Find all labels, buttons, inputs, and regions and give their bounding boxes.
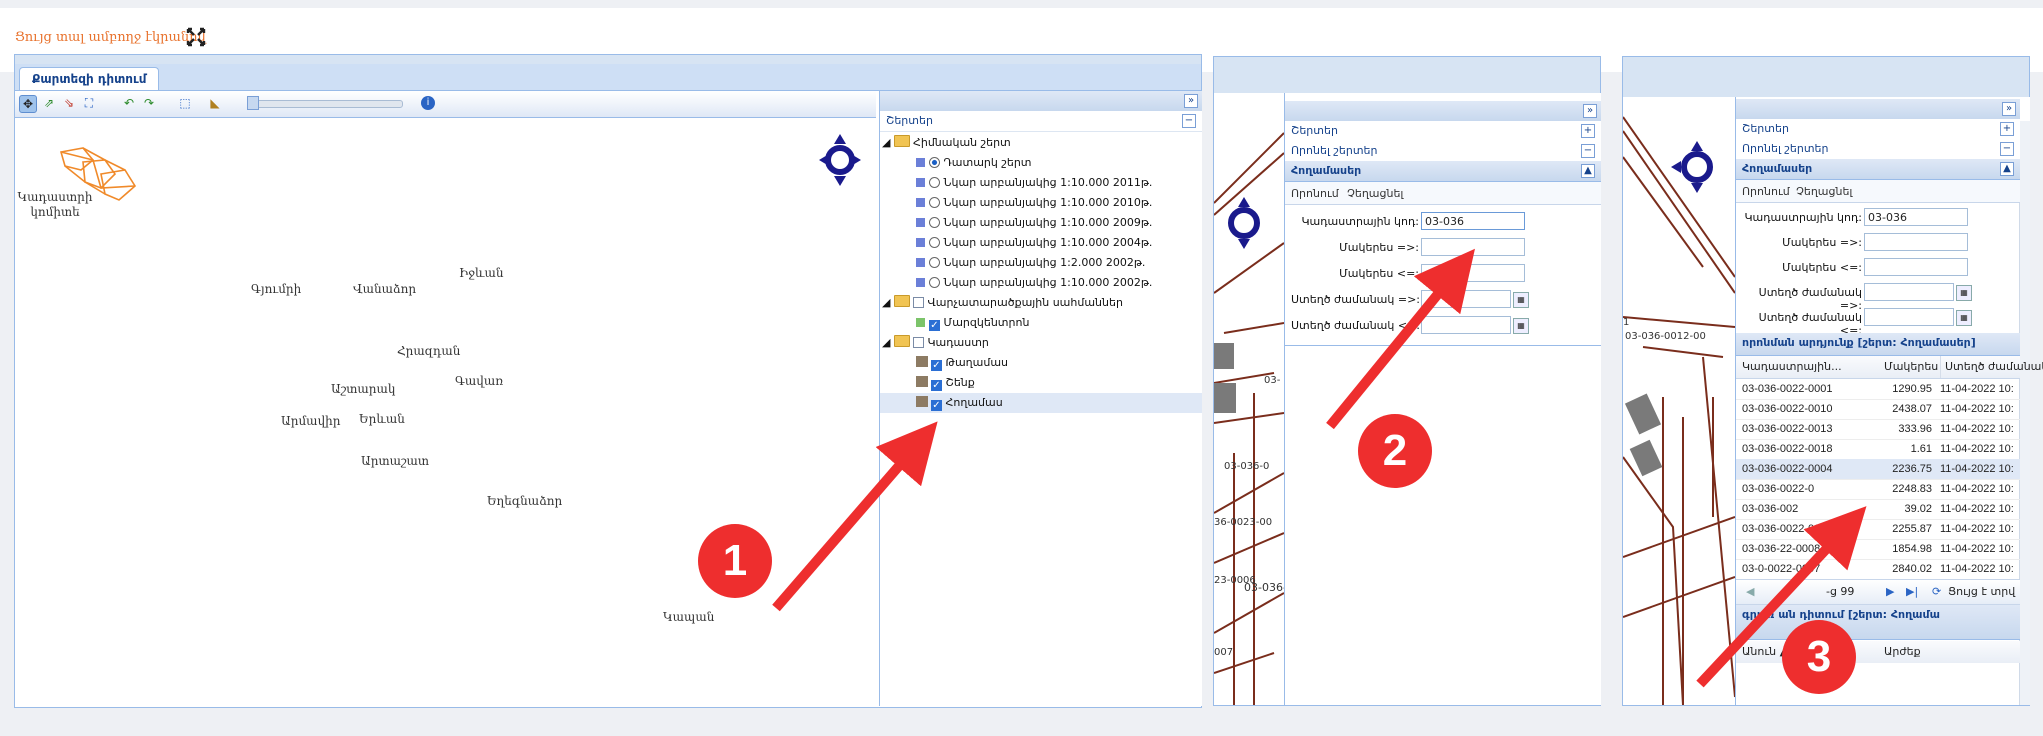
arrow-step2 — [1326, 248, 1475, 430]
step-callout-2: 2 — [1358, 414, 1432, 488]
arrow-step1 — [772, 421, 938, 612]
step-callout-1: 1 — [698, 524, 772, 598]
step-callout-3: 3 — [1782, 620, 1856, 694]
annotation-overlay — [772, 248, 1867, 688]
